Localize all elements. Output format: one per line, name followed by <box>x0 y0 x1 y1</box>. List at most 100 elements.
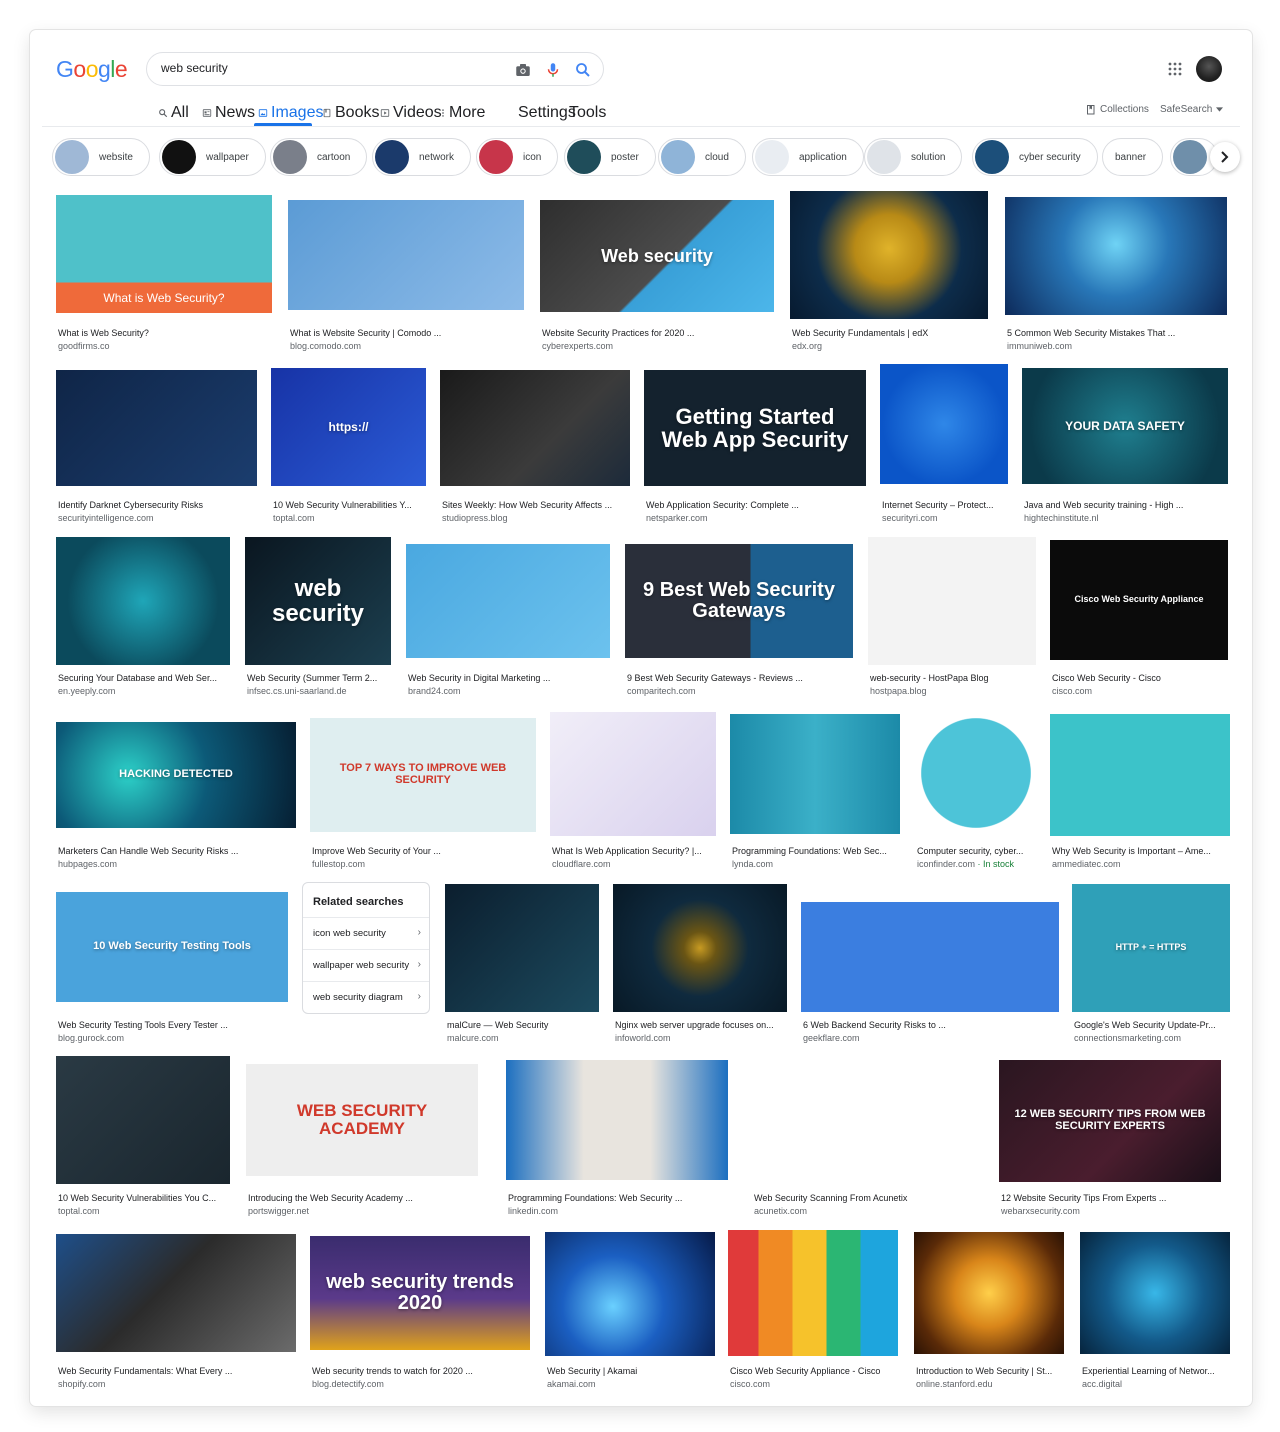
result-source[interactable]: netsparker.com <box>646 513 708 523</box>
image-result[interactable]: Web Security Fundamentals: What Every ..… <box>56 1234 296 1394</box>
result-source[interactable]: geekflare.com <box>803 1033 860 1043</box>
image-result[interactable]: Securing Your Database and Web Ser... en.… <box>56 537 230 701</box>
result-title[interactable]: Computer security, cyber... <box>917 846 1035 856</box>
result-thumbnail[interactable] <box>1005 197 1227 315</box>
result-thumbnail[interactable] <box>1050 714 1230 836</box>
result-title[interactable]: Programming Foundations: Web Sec... <box>732 846 898 856</box>
result-thumbnail[interactable]: 10 Web Security Testing Tools <box>56 892 288 1002</box>
result-source[interactable]: webarxsecurity.com <box>1001 1206 1080 1216</box>
image-result[interactable]: Introduction to Web Security | St... onli… <box>914 1232 1064 1394</box>
result-thumbnail[interactable] <box>56 537 230 665</box>
result-thumbnail[interactable] <box>440 370 630 486</box>
result-thumbnail[interactable]: HTTP + = HTTPS <box>1072 884 1230 1012</box>
image-result[interactable]: YOUR DATA SAFETY Java and Web security tr… <box>1022 368 1228 528</box>
result-title[interactable]: Web security trends to watch for 2020 ..… <box>312 1366 528 1376</box>
result-thumbnail[interactable] <box>445 884 599 1012</box>
result-source[interactable]: studiopress.blog <box>442 513 508 523</box>
image-result[interactable]: What Is Web Application Security? |... cl… <box>550 712 716 874</box>
result-title[interactable]: malCure — Web Security <box>447 1020 597 1030</box>
image-result[interactable]: Web Security | Akamai akamai.com <box>545 1232 715 1394</box>
result-thumbnail[interactable] <box>752 1062 974 1182</box>
result-title[interactable]: Why Web Security is Important – Ame... <box>1052 846 1228 856</box>
result-thumbnail[interactable]: Getting Started Web App Security <box>644 370 866 486</box>
result-title[interactable]: Introducing the Web Security Academy ... <box>248 1193 476 1203</box>
result-thumbnail[interactable] <box>880 364 1008 484</box>
chip-cloud[interactable]: cloud <box>658 138 746 176</box>
search-input[interactable] <box>161 61 491 75</box>
result-source[interactable]: goodfirms.co <box>58 341 110 351</box>
result-source[interactable]: toptal.com <box>273 513 315 523</box>
chips-next-button[interactable] <box>1210 142 1240 172</box>
result-thumbnail[interactable]: 12 WEB SECURITY TIPS FROM WEB SECURITY E… <box>999 1060 1221 1182</box>
result-source[interactable]: cloudflare.com <box>552 859 611 869</box>
image-result[interactable]: Web Security Fundamentals | edX edx.org <box>790 191 988 356</box>
tab-news[interactable]: News <box>202 104 255 122</box>
result-source[interactable]: online.stanford.edu <box>916 1379 993 1389</box>
result-thumbnail[interactable] <box>790 191 988 319</box>
result-title[interactable]: What is Web Security? <box>58 328 270 338</box>
result-title[interactable]: Nginx web server upgrade focuses on... <box>615 1020 785 1030</box>
result-title[interactable]: Improve Web Security of Your ... <box>312 846 534 856</box>
mic-icon[interactable] <box>544 61 562 79</box>
result-source[interactable]: shopify.com <box>58 1379 105 1389</box>
result-title[interactable]: What Is Web Application Security? |... <box>552 846 714 856</box>
result-thumbnail[interactable] <box>550 712 716 836</box>
related-search-item[interactable]: wallpaper web security › <box>303 949 429 980</box>
chip-website[interactable]: website <box>52 138 150 176</box>
result-thumbnail[interactable] <box>801 902 1059 1012</box>
result-thumbnail[interactable] <box>56 1056 230 1184</box>
result-source[interactable]: immuniweb.com <box>1007 341 1072 351</box>
result-thumbnail[interactable] <box>613 884 787 1012</box>
chip-icon[interactable]: icon <box>476 138 559 176</box>
collections-link[interactable]: Collections <box>1087 104 1149 115</box>
result-source[interactable]: en.yeeply.com <box>58 686 115 696</box>
result-thumbnail[interactable]: Web security <box>540 200 774 312</box>
image-result[interactable]: web security trends 2020 Web security tre… <box>310 1236 530 1394</box>
result-source[interactable]: blog.gurock.com <box>58 1033 124 1043</box>
result-title[interactable]: 10 Web Security Vulnerabilities Y... <box>273 500 424 510</box>
result-title[interactable]: Web Security Scanning From Acunetix <box>754 1193 972 1203</box>
result-thumbnail[interactable] <box>915 710 1037 836</box>
image-result[interactable]: 10 Web Security Vulnerabilities You C...… <box>56 1056 230 1221</box>
tab-more[interactable]: More <box>440 104 485 122</box>
result-thumbnail[interactable]: web security <box>245 537 391 665</box>
result-title[interactable]: Web Security in Digital Marketing ... <box>408 673 608 683</box>
tab-videos[interactable]: Videos <box>380 104 442 122</box>
result-source[interactable]: connectionsmarketing.com <box>1074 1033 1181 1043</box>
result-title[interactable]: Web Security Fundamentals: What Every ..… <box>58 1366 294 1376</box>
result-source[interactable]: blog.comodo.com <box>290 341 361 351</box>
related-search-item[interactable]: icon web security › <box>303 917 429 948</box>
result-thumbnail[interactable] <box>914 1232 1064 1354</box>
google-logo[interactable]: Google <box>56 56 128 83</box>
tab-images[interactable]: Images <box>258 104 323 122</box>
result-source[interactable]: hightechinstitute.nl <box>1024 513 1099 523</box>
image-result[interactable]: Getting Started Web App Security Web Appl… <box>644 368 866 528</box>
image-result[interactable]: Web Security in Digital Marketing ... bra… <box>406 544 610 701</box>
result-source[interactable]: blog.detectify.com <box>312 1379 384 1389</box>
result-source[interactable]: malcure.com <box>447 1033 499 1043</box>
result-thumbnail[interactable] <box>1080 1232 1230 1354</box>
chip-application[interactable]: application <box>752 138 864 176</box>
chip-wallpaper[interactable]: wallpaper <box>159 138 266 176</box>
tab-all[interactable]: All <box>158 104 189 122</box>
image-result[interactable]: What is Web Security? What is Web Securit… <box>56 195 272 356</box>
result-source[interactable]: hostpapa.blog <box>870 686 927 696</box>
result-title[interactable]: 6 Web Backend Security Risks to ... <box>803 1020 1057 1030</box>
chip-network[interactable]: network <box>372 138 472 176</box>
result-thumbnail[interactable]: Cisco Web Security Appliance <box>1050 540 1228 660</box>
tab-tools[interactable]: Tools <box>569 104 606 122</box>
search-box[interactable] <box>146 52 604 86</box>
image-result[interactable]: HACKING DETECTED Marketers Can Handle Web… <box>56 722 296 874</box>
result-title[interactable]: Identify Darknet Cybersecurity Risks <box>58 500 255 510</box>
image-result[interactable]: web-security - HostPapa Blog hostpapa.blo… <box>868 537 1036 701</box>
result-source[interactable]: iconfinder.com · In stock <box>917 859 1014 869</box>
result-source[interactable]: toptal.com <box>58 1206 100 1216</box>
image-result[interactable]: Why Web Security is Important – Ame... am… <box>1050 714 1230 874</box>
tab-books[interactable]: Books <box>322 104 379 122</box>
result-title[interactable]: Web Security Fundamentals | edX <box>792 328 986 338</box>
result-source[interactable]: akamai.com <box>547 1379 596 1389</box>
result-thumbnail[interactable] <box>406 544 610 658</box>
result-source[interactable]: securityintelligence.com <box>58 513 154 523</box>
image-result[interactable]: Web security Website Security Practices f… <box>540 195 774 356</box>
chip-cyber-security[interactable]: cyber security <box>972 138 1098 176</box>
